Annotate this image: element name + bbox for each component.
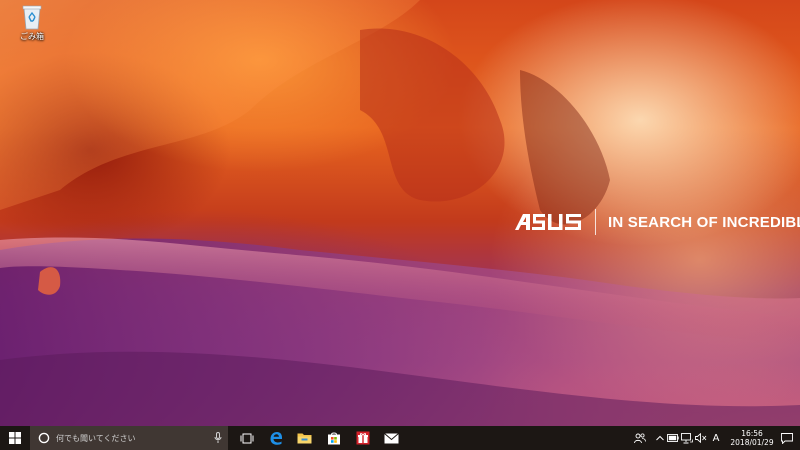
brand-divider	[595, 209, 596, 235]
taskbar: 何でも聞いてください A 16:56 2018/01/29	[0, 426, 800, 450]
store-button[interactable]	[319, 426, 348, 450]
pinned-apps	[232, 426, 406, 450]
recycle-bin-icon	[22, 5, 42, 30]
network-button[interactable]	[680, 426, 694, 450]
people-button[interactable]	[630, 426, 650, 450]
network-icon	[681, 432, 693, 443]
clock-date: 2018/01/29	[730, 438, 774, 447]
show-hidden-icons-button[interactable]	[654, 426, 666, 450]
clock-time: 16:56	[741, 429, 763, 438]
store-icon	[327, 432, 340, 445]
task-view-button[interactable]	[232, 426, 261, 450]
ime-mode-indicator[interactable]: A	[708, 433, 724, 444]
people-icon	[634, 432, 646, 443]
file-explorer-button[interactable]	[290, 426, 319, 450]
mail-button[interactable]	[377, 426, 406, 450]
brand-slogan: IN SEARCH OF INCREDIBLE	[608, 213, 800, 231]
recycle-bin[interactable]: ごみ箱	[10, 4, 54, 42]
edge-button[interactable]	[261, 426, 290, 450]
file-explorer-icon	[297, 433, 312, 444]
battery-icon	[667, 434, 679, 442]
notification-icon	[781, 432, 793, 444]
gift-app-button[interactable]	[348, 426, 377, 450]
system-tray: A 16:56 2018/01/29	[630, 426, 800, 450]
windows-logo-icon	[9, 432, 21, 444]
cortana-search-box[interactable]: 何でも聞いてください	[30, 426, 228, 450]
asus-branding: IN SEARCH OF INCREDIBLE	[515, 207, 800, 237]
cortana-icon	[38, 432, 50, 444]
chevron-up-icon	[656, 435, 664, 441]
edge-icon	[270, 432, 282, 445]
task-view-icon	[240, 433, 253, 443]
mail-icon	[384, 432, 399, 443]
volume-muted-icon	[695, 433, 707, 443]
asus-logo	[515, 214, 581, 230]
volume-button[interactable]	[694, 426, 708, 450]
battery-button[interactable]	[666, 426, 680, 450]
search-input[interactable]: 何でも聞いてください	[56, 433, 214, 444]
recycle-bin-label: ごみ箱	[20, 32, 44, 41]
microphone-icon[interactable]	[214, 432, 222, 444]
action-center-button[interactable]	[774, 426, 800, 450]
start-button[interactable]	[0, 426, 30, 450]
gift-icon	[356, 431, 369, 445]
clock[interactable]: 16:56 2018/01/29	[730, 429, 774, 447]
